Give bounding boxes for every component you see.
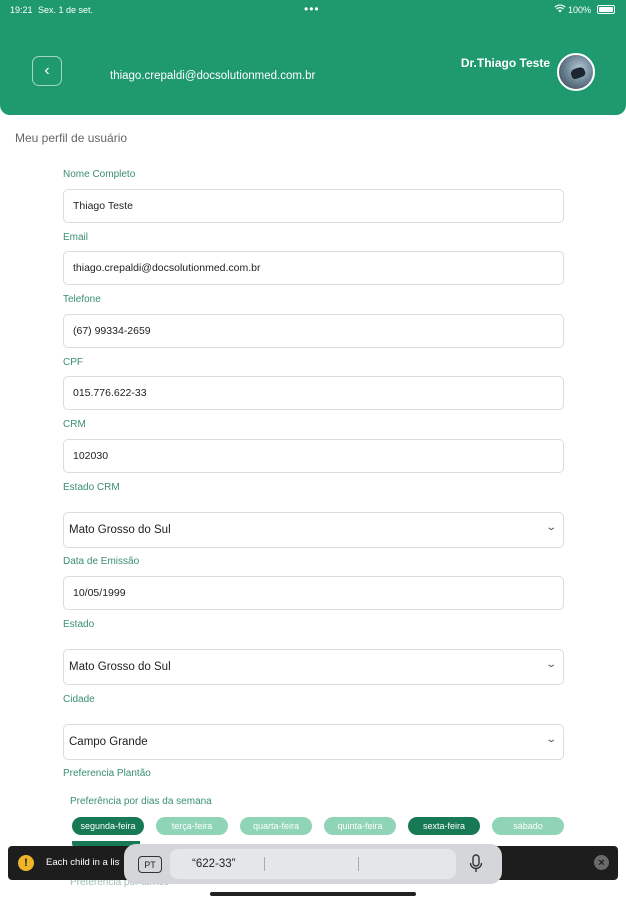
day-chip-sabado[interactable]: sábado [492, 817, 564, 835]
estado-crm-label: Estado CRM [63, 482, 120, 493]
cpf-field[interactable]: 015.776.622-33 [63, 376, 564, 410]
keyboard-suggestion-bar: PT “622-33” [124, 844, 502, 884]
status-bar: 19:21 Sex. 1 de set. ••• 100% [0, 0, 626, 20]
estado-value: Mato Grosso do Sul [69, 661, 171, 673]
crm-label: CRM [63, 419, 86, 430]
crm-field[interactable]: 102030 [63, 439, 564, 473]
warning-message: Each child in a list should have a uniqu… [46, 857, 120, 868]
email-value: thiago.crepaldi@docsolutionmed.com.br [73, 262, 261, 274]
page-title: Meu perfil de usuário [15, 131, 128, 145]
telefone-label: Telefone [63, 294, 101, 305]
dias-semana-label: Preferência por dias da semana [70, 796, 212, 807]
suggestion-word[interactable]: “622-33” [192, 858, 235, 870]
day-chip-sexta[interactable]: sexta-feira [408, 817, 480, 835]
crm-value: 102030 [73, 450, 109, 462]
estado-crm-select[interactable]: Mato Grosso do Sul ⌄ [63, 512, 564, 548]
battery-icon [597, 5, 615, 14]
estado-select[interactable]: Mato Grosso do Sul ⌄ [63, 649, 564, 685]
home-indicator[interactable] [210, 892, 416, 896]
nome-label: Nome Completo [63, 169, 136, 180]
nome-value: Thiago Teste [73, 200, 133, 212]
day-chips: segunda-feira terça-feira quarta-feira q… [72, 817, 564, 835]
back-button[interactable]: ‹ [32, 56, 62, 86]
app-header: ‹ thiago.crepaldi@docsolutionmed.com.br … [0, 20, 626, 115]
close-icon[interactable]: × [594, 855, 609, 870]
data-emissao-field[interactable]: 10/05/1999 [63, 576, 564, 610]
email-label: Email [63, 232, 89, 243]
battery-percent: 100% [568, 5, 592, 15]
chevron-down-icon: ⌄ [544, 522, 557, 533]
suggestion-divider [264, 857, 265, 871]
cpf-label: CPF [63, 357, 83, 368]
multitasking-dots[interactable]: ••• [304, 2, 320, 16]
nome-field[interactable]: Thiago Teste [63, 189, 564, 223]
status-date: Sex. 1 de set. [38, 5, 94, 15]
day-chip-terca[interactable]: terça-feira [156, 817, 228, 835]
chevron-down-icon: ⌄ [544, 659, 557, 670]
estado-crm-value: Mato Grosso do Sul [69, 524, 171, 536]
microphone-icon[interactable] [469, 854, 483, 874]
avatar[interactable] [557, 53, 595, 91]
chevron-down-icon: ⌄ [544, 734, 557, 745]
email-field[interactable]: thiago.crepaldi@docsolutionmed.com.br [63, 251, 564, 285]
cidade-select[interactable]: Campo Grande ⌄ [63, 724, 564, 760]
suggestion-strip: “622-33” [170, 849, 456, 879]
header-email: thiago.crepaldi@docsolutionmed.com.br [110, 70, 316, 82]
cpf-value: 015.776.622-33 [73, 387, 147, 399]
data-emissao-value: 10/05/1999 [73, 587, 126, 599]
wifi-icon [554, 4, 566, 16]
data-emissao-label: Data de Emissão [63, 556, 140, 567]
cidade-value: Campo Grande [69, 736, 148, 748]
telefone-field[interactable]: (67) 99334-2659 [63, 314, 564, 348]
day-chip-segunda[interactable]: segunda-feira [72, 817, 144, 835]
plantao-section-label: Preferencia Plantão [63, 768, 151, 779]
header-doctor-name: Dr.Thiago Teste [460, 56, 550, 70]
warning-icon: ! [18, 855, 34, 871]
estado-label: Estado [63, 619, 95, 630]
day-chip-quinta[interactable]: quinta-feira [324, 817, 396, 835]
day-chip-quarta[interactable]: quarta-feira [240, 817, 312, 835]
suggestion-divider [358, 857, 359, 871]
keyboard-language-button[interactable]: PT [138, 856, 162, 873]
telefone-value: (67) 99334-2659 [73, 325, 151, 337]
cidade-label: Cidade [63, 694, 95, 705]
chevron-left-icon: ‹ [44, 62, 50, 79]
status-time: 19:21 [10, 5, 33, 15]
